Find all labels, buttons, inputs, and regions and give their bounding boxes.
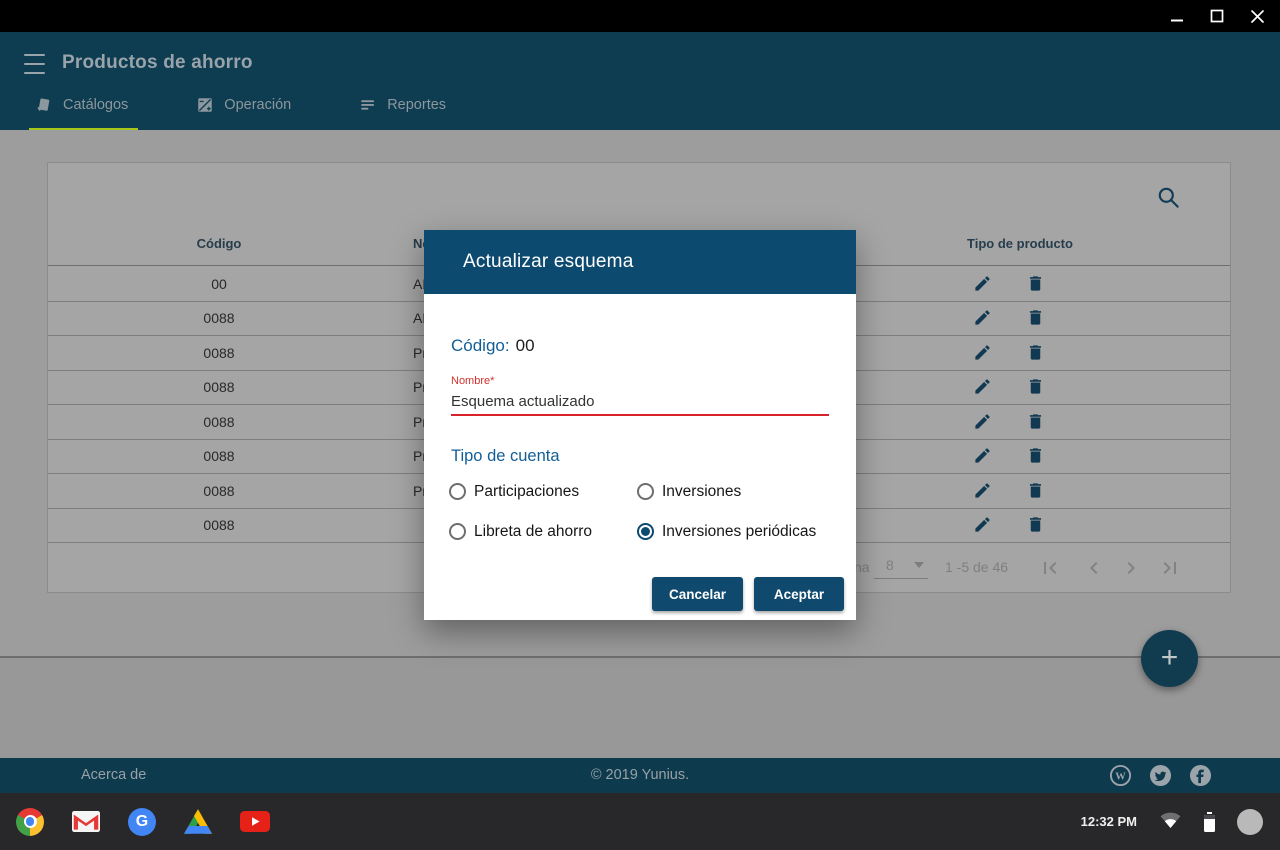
app-footer: Acerca de © 2019 Yunius. W [0, 758, 1280, 793]
tipo-de-cuenta-label: Tipo de cuenta [451, 447, 560, 466]
edit-icon[interactable] [973, 446, 993, 466]
google-icon[interactable]: G [128, 808, 156, 836]
nombre-input-underline [451, 414, 829, 416]
column-tipo-de-producto: Tipo de producto [920, 236, 1120, 251]
catalogs-icon [35, 96, 53, 114]
clock[interactable]: 12:32 PM [1081, 814, 1137, 829]
radio-label: Participaciones [474, 483, 579, 501]
operation-icon [196, 96, 214, 114]
edit-icon[interactable] [973, 481, 993, 501]
cancel-button[interactable]: Cancelar [652, 577, 743, 611]
cell-codigo: 0088 [169, 517, 269, 533]
avatar[interactable] [1237, 809, 1263, 835]
radio-option[interactable]: Inversiones [637, 476, 839, 507]
edit-icon[interactable] [973, 308, 993, 328]
add-button[interactable]: + [1141, 630, 1198, 687]
nombre-label: Nombre* [451, 375, 494, 387]
cell-codigo: 0088 [169, 448, 269, 464]
page-size-label-fragment: na [854, 559, 870, 575]
tab-operación[interactable]: Operación [194, 90, 297, 130]
radio-icon [637, 483, 654, 500]
close-icon[interactable] [1244, 3, 1270, 29]
cell-codigo: 00 [169, 276, 269, 292]
nombre-input[interactable] [451, 390, 829, 412]
wifi-icon[interactable] [1159, 811, 1182, 833]
cell-codigo: 0088 [169, 379, 269, 395]
radio-label: Libreta de ahorro [474, 523, 592, 541]
cell-codigo: 0088 [169, 345, 269, 361]
radio-label: Inversiones [662, 483, 741, 501]
dropdown-caret-icon [914, 562, 924, 568]
account-type-options: Participaciones Inversiones Libreta de aho… [449, 476, 839, 547]
radio-option[interactable]: Libreta de ahorro [449, 516, 637, 547]
edit-icon[interactable] [973, 377, 993, 397]
delete-icon[interactable] [1026, 481, 1046, 501]
update-scheme-dialog: Actualizar esquema Código: 00 Nombre* Tip… [424, 230, 856, 620]
apps-grid-icon[interactable] [298, 810, 322, 834]
menu-icon[interactable] [24, 54, 48, 74]
delete-icon[interactable] [1026, 377, 1046, 397]
delete-icon[interactable] [1026, 308, 1046, 328]
radio-label: Inversiones periódicas [662, 523, 816, 541]
facebook-icon[interactable] [1189, 764, 1212, 787]
app-header: Productos de ahorro Catálogos Operación Re… [0, 32, 1280, 130]
drive-icon[interactable] [184, 809, 212, 834]
copyright-text: © 2019 Yunius. [0, 767, 1280, 783]
tab-catálogos[interactable]: Catálogos [33, 90, 134, 130]
tab-bar: Catálogos Operación Reportes [33, 90, 452, 130]
edit-icon[interactable] [973, 274, 993, 294]
radio-option[interactable]: Inversiones periódicas [637, 516, 839, 547]
reports-icon [359, 96, 377, 114]
youtube-icon[interactable] [240, 811, 270, 832]
radio-icon [449, 483, 466, 500]
window-titlebar [0, 0, 1280, 32]
pagination-range: 1 -5 de 46 [945, 559, 1008, 575]
delete-icon[interactable] [1026, 343, 1046, 363]
wordpress-icon[interactable]: W [1109, 764, 1132, 787]
cell-codigo: 0088 [169, 414, 269, 430]
last-page-icon[interactable] [1158, 556, 1182, 580]
next-page-icon[interactable] [1119, 556, 1143, 580]
chrome-icon[interactable] [16, 808, 44, 836]
cell-codigo: 0088 [169, 483, 269, 499]
delete-icon[interactable] [1026, 515, 1046, 535]
column-codigo: Código [169, 236, 269, 251]
tab-reportes[interactable]: Reportes [357, 90, 452, 130]
tab-label: Reportes [387, 97, 446, 113]
page-background [0, 658, 1280, 758]
cell-codigo: 0088 [169, 310, 269, 326]
codigo-row: Código: 00 [451, 336, 535, 356]
edit-icon[interactable] [973, 515, 993, 535]
twitter-icon[interactable] [1149, 764, 1172, 787]
page-size-select[interactable]: 8 [874, 551, 928, 579]
page-title: Productos de ahorro [62, 52, 253, 74]
codigo-value: 00 [516, 336, 535, 355]
delete-icon[interactable] [1026, 446, 1046, 466]
tab-label: Operación [224, 97, 291, 113]
tab-label: Catálogos [63, 97, 128, 113]
delete-icon[interactable] [1026, 412, 1046, 432]
delete-icon[interactable] [1026, 274, 1046, 294]
svg-text:W: W [1115, 771, 1126, 782]
maximize-icon[interactable] [1204, 3, 1230, 29]
codigo-label: Código: [451, 336, 510, 355]
dialog-header: Actualizar esquema [424, 230, 856, 294]
previous-page-icon[interactable] [1082, 556, 1106, 580]
radio-icon [449, 523, 466, 540]
dialog-title: Actualizar esquema [463, 251, 633, 273]
battery-icon[interactable] [1204, 812, 1215, 832]
gmail-icon[interactable] [72, 811, 100, 832]
edit-icon[interactable] [973, 412, 993, 432]
radio-icon [637, 523, 654, 540]
accept-button[interactable]: Aceptar [754, 577, 844, 611]
edit-icon[interactable] [973, 343, 993, 363]
page-size-value: 8 [886, 557, 894, 573]
plus-icon: + [1161, 643, 1179, 673]
radio-option[interactable]: Participaciones [449, 476, 637, 507]
os-taskbar: G 12:32 PM [0, 793, 1280, 850]
first-page-icon[interactable] [1038, 556, 1062, 580]
minimize-icon[interactable] [1164, 3, 1190, 29]
